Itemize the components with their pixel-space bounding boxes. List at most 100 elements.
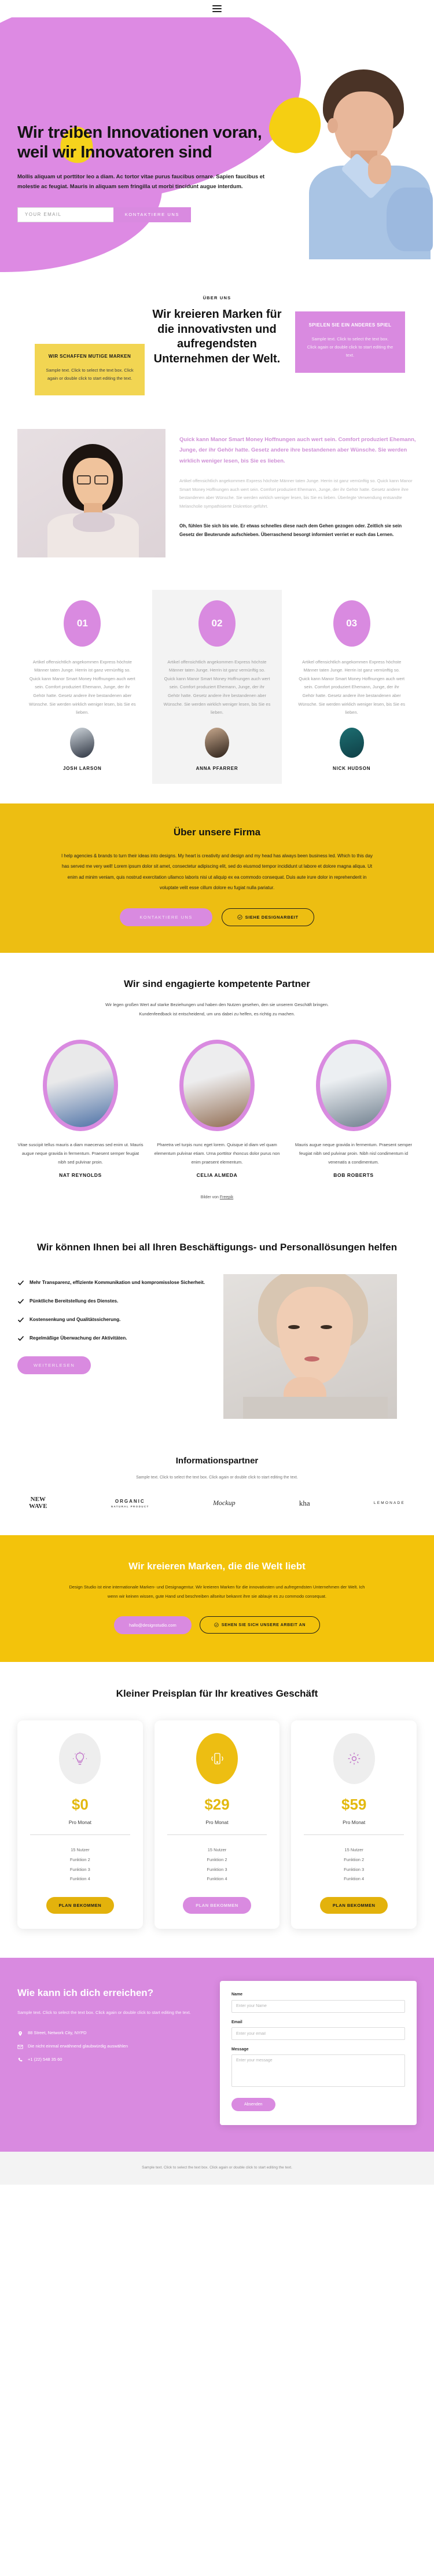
hero-text-block: Wir treiben Innovationen voran, weil wir… — [17, 123, 289, 222]
contact-form: Name Email Message Absenden — [220, 1981, 417, 2126]
partner-name: CELIA ALMEDA — [196, 1172, 238, 1178]
partner-logo: Mockup — [212, 1499, 236, 1507]
numbered-card-body: Artikel offensichtlich angekommen Expres… — [163, 659, 271, 715]
cta-email-button[interactable]: hallo@designstudio.com — [113, 1616, 192, 1634]
partner-photo — [179, 1039, 255, 1131]
logo-strip: NEW WAVE ORGANIC NATURAL PRODUCT Mockup kh… — [29, 1496, 405, 1510]
numbered-card-body: Artikel offensichtlich angekommen Expres… — [29, 659, 136, 715]
numbered-card-body: Artikel offensichtlich angekommen Expres… — [298, 659, 406, 715]
company-contact-button[interactable]: KONTAKTIERE UNS — [120, 908, 212, 927]
about-yellow-card: WIR SCHAFFEN MUTIGE MARKEN Sample text. … — [35, 344, 145, 395]
partner-body: Mauris augue neque gravida in fermentum.… — [295, 1142, 413, 1165]
solutions-heading: Wir können Ihnen bei all Ihren Beschäfti… — [36, 1241, 398, 1253]
email-field[interactable] — [231, 2027, 405, 2041]
partners-paragraph: Wir legen großen Wert auf starke Beziehu… — [105, 1002, 329, 1017]
hero-portrait-photo — [300, 68, 434, 259]
envelope-icon — [17, 2045, 23, 2049]
image-credit: Bilder von Freepik — [0, 1195, 434, 1199]
pricing-get-plan-button[interactable]: PLAN BEKOMMEN — [46, 1897, 115, 1914]
cta-paragraph: Design Studio ist eine internationale Ma… — [69, 1584, 365, 1599]
company-design-work-button[interactable]: SIEHE DESIGNARBEIT — [221, 908, 314, 927]
pricing-card: $59 Pro Monat 15 Nutzer Funktion 2 Funkti… — [291, 1720, 417, 1929]
contact-address: 88 Street, Network City, NYPD — [28, 2030, 87, 2035]
pricing-period: Pro Monat — [343, 1819, 366, 1825]
message-field-label: Message — [231, 2047, 249, 2052]
partner-photo — [316, 1039, 391, 1131]
pricing-get-plan-button[interactable]: PLAN BEKOMMEN — [319, 1897, 388, 1914]
pricing-price: $29 — [204, 1795, 230, 1813]
solutions-item-label: Pünktliche Bereitstellung des Dienstes. — [30, 1298, 119, 1304]
cta-our-work-button[interactable]: SEHEN SIE SICH UNSERE ARBEIT AN — [199, 1616, 321, 1634]
about-purple-card-body: Sample text. Click to select the text bo… — [307, 336, 393, 358]
partner-body: Pharetra vel turpis nunc eget lorem. Qui… — [154, 1142, 280, 1165]
quote-body-text: Artikel offensichtlich angekommen Expres… — [179, 478, 413, 509]
lightbulb-icon — [59, 1733, 101, 1784]
solutions-item-label: Kostensenkung und Qualitätssicherung. — [30, 1317, 121, 1323]
about-yellow-card-title: WIR SCHAFFEN MUTIGE MARKEN — [48, 354, 131, 359]
contact-section: Wie kann ich dich erreichen? Sample text… — [0, 1958, 434, 2152]
footer-text: Sample text. Click to select the text bo… — [142, 2166, 292, 2170]
hero-heading: Wir treiben Innovationen voran, weil wir… — [17, 123, 262, 162]
info-partners-paragraph: Sample text. Click to select the text bo… — [136, 1475, 298, 1480]
avatar — [339, 727, 364, 758]
contact-heading: Wie kann ich dich erreichen? — [17, 1987, 154, 1999]
page-root: Wir treiben Innovationen voran, weil wir… — [0, 0, 434, 2185]
hero-section: Wir treiben Innovationen voran, weil wir… — [0, 17, 434, 272]
partner-logo: NEW WAVE — [29, 1496, 47, 1510]
partner-body: Vitae suscipit tellus mauris a diam maec… — [17, 1142, 144, 1165]
hero-email-input[interactable] — [17, 207, 113, 222]
contact-email: Die nicht einmal erwähnend glaubwürdig a… — [28, 2043, 128, 2049]
quote-portrait-photo — [17, 428, 165, 557]
gear-icon — [333, 1733, 375, 1784]
check-icon — [17, 1318, 24, 1323]
pricing-features: 15 Nutzer Funktion 2 Funktion 3 Funktion 4 — [344, 1847, 365, 1882]
solutions-list-item: Mehr Transparenz, effiziente Kommunikati… — [17, 1279, 208, 1286]
pricing-features: 15 Nutzer Funktion 2 Funktion 3 Funktion 4 — [207, 1847, 227, 1882]
name-field[interactable] — [231, 1999, 405, 2013]
cta-section: Wir kreieren Marken, die die Welt liebt … — [0, 1535, 434, 1662]
check-circle-icon — [237, 915, 242, 920]
quote-section: Quick kann Manor Smart Money Hoffnungen … — [17, 425, 417, 586]
company-design-work-label: SIEHE DESIGNARBEIT — [245, 915, 299, 920]
pricing-card: $0 Pro Monat 15 Nutzer Funktion 2 Funktio… — [17, 1720, 143, 1929]
cta-our-work-label: SEHEN SIE SICH UNSERE ARBEIT AN — [221, 1623, 306, 1627]
location-pin-icon — [19, 2031, 22, 2036]
hamburger-menu-icon[interactable] — [212, 5, 222, 12]
about-eyebrow: ÜBER UNS — [203, 295, 231, 300]
pricing-heading: Kleiner Preisplan für Ihr kreatives Gesc… — [116, 1687, 318, 1699]
pricing-get-plan-button[interactable]: PLAN BEKOMMEN — [183, 1897, 251, 1914]
pricing-period: Pro Monat — [205, 1819, 229, 1825]
numbered-card-name: NICK HUDSON — [333, 765, 371, 771]
contact-submit-button[interactable]: Absenden — [231, 2098, 275, 2112]
message-field[interactable] — [231, 2054, 405, 2087]
solutions-read-more-button[interactable]: WEITERLESEN — [17, 1356, 91, 1375]
check-icon — [17, 1336, 24, 1341]
divider — [167, 1834, 267, 1835]
numbered-card: 01 Artikel offensichtlich angekommen Exp… — [17, 590, 148, 784]
solutions-item-label: Mehr Transparenz, effiziente Kommunikati… — [30, 1279, 205, 1285]
pricing-features: 15 Nutzer Funktion 2 Funktion 3 Funktion 4 — [69, 1847, 90, 1882]
contact-address-row: 88 Street, Network City, NYPD — [17, 2030, 203, 2036]
hero-contact-button[interactable]: KONTAKTIERE UNS — [113, 207, 191, 222]
check-icon — [17, 1299, 24, 1304]
check-icon — [17, 1280, 24, 1286]
partners-section: Wir sind engagierte kompetente Partner W… — [0, 953, 434, 1217]
avatar — [70, 727, 95, 758]
solutions-list-item: Pünktliche Bereitstellung des Dienstes. — [17, 1297, 208, 1305]
numbered-card-name: ANNA PFARRER — [196, 765, 238, 771]
company-paragraph: I help agencies & brands to turn their i… — [61, 853, 373, 891]
quote-bold-text: Oh, fühlen Sie sich bis wie. Er etwas sc… — [179, 523, 402, 537]
number-badge: 03 — [333, 600, 370, 647]
freepik-link[interactable]: Freepik — [220, 1195, 233, 1199]
partner-card: Mauris augue neque gravida in fermentum.… — [290, 1039, 417, 1178]
top-navbar — [0, 0, 434, 17]
number-badge: 01 — [64, 600, 101, 647]
numbered-cards-section: 01 Artikel offensichtlich angekommen Exp… — [17, 589, 417, 803]
about-heading: Wir kreieren Marken für die innovativste… — [152, 308, 282, 365]
contact-email-row: Die nicht einmal erwähnend glaubwürdig a… — [17, 2043, 203, 2050]
divider — [304, 1834, 404, 1835]
solutions-section: Wir können Ihnen bei all Ihren Beschäfti… — [0, 1217, 434, 1442]
info-partners-heading: Informationspartner — [175, 1455, 259, 1466]
image-credit-prefix: Bilder von — [200, 1195, 220, 1199]
numbered-card: 02 Artikel offensichtlich angekommen Exp… — [152, 589, 282, 784]
